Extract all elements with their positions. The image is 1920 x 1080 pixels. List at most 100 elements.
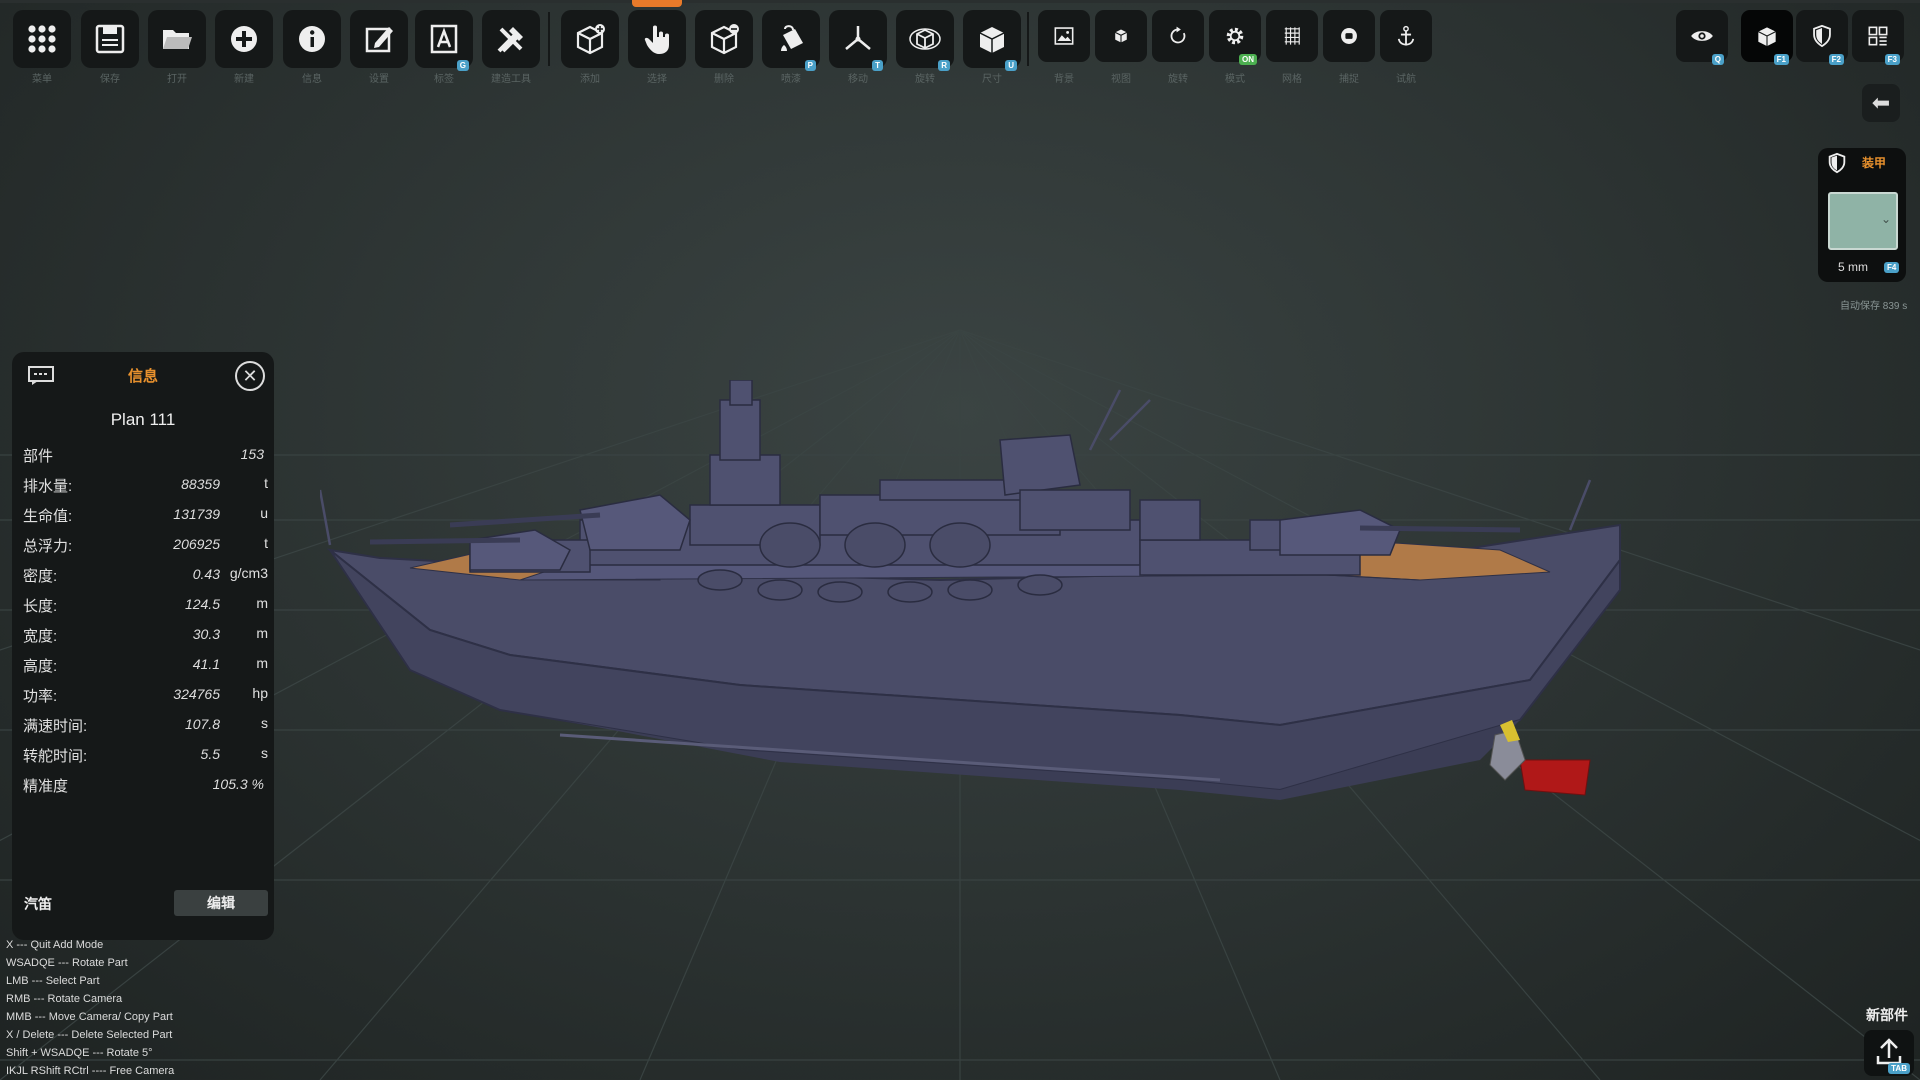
tool-edit-button[interactable]	[350, 10, 408, 68]
armor-panel: 装甲 ⌄ 5 mm F4	[1818, 148, 1906, 282]
layout-grid-icon	[1868, 26, 1888, 46]
tool-label: 新建	[234, 74, 254, 85]
tool-grid-menu-button[interactable]	[13, 10, 71, 68]
tool-label: 标签	[434, 74, 454, 85]
tool-rotate-box-button[interactable]: R	[896, 10, 954, 71]
tool-label: 选择	[647, 74, 667, 85]
tool-hand-pointer-button[interactable]	[628, 10, 686, 68]
tool-label: 旋转	[1168, 74, 1188, 85]
grid-lines-icon	[1284, 27, 1300, 45]
tool-image-button[interactable]	[1038, 10, 1090, 62]
tool-refresh-button[interactable]	[1152, 10, 1204, 62]
armor-thickness: 5 mm	[1838, 260, 1868, 274]
tool-stop-circle-button[interactable]	[1323, 10, 1375, 62]
tool-label: 尺寸	[982, 74, 1002, 85]
chevron-down-icon: ⌄	[1880, 212, 1891, 226]
stat-label: 宽度:	[23, 628, 58, 645]
stat-label: 生命值:	[23, 508, 73, 525]
stat-label: 高度:	[23, 658, 58, 675]
armor-color-swatch[interactable]: ⌄	[1828, 192, 1898, 250]
remove-box-icon	[710, 24, 739, 55]
hotkey-badge: Q	[1711, 54, 1724, 65]
stat-row: 密度: 0.43 g/cm3	[12, 560, 274, 590]
stat-row: 生命值: 131739 u	[12, 500, 274, 530]
collapse-arrow-button[interactable]: ⬅	[1862, 84, 1900, 122]
tool-label: 视图	[1111, 74, 1131, 85]
armor-shield-icon	[1813, 24, 1831, 48]
help-line: MMB --- Move Camera/ Copy Part	[6, 1011, 173, 1023]
tool-label: 删除	[714, 74, 734, 85]
view-eye-button[interactable]: Q	[1676, 10, 1728, 65]
tool-label: 喷漆	[781, 74, 801, 85]
stat-unit: s	[261, 745, 268, 761]
stat-row: 精准度 105.3 %	[12, 770, 274, 800]
hotkey-badge: F2	[1828, 54, 1844, 65]
save-icon	[95, 24, 125, 54]
tool-remove-box-button[interactable]	[695, 10, 753, 68]
controls-help: X --- Quit Add Mode WSADQE --- Rotate Par…	[6, 936, 174, 1080]
ship-rudder[interactable]	[1519, 759, 1591, 796]
toolbar-separator	[548, 12, 550, 66]
toolbar-top-line	[0, 0, 1920, 3]
tool-label: 移动	[848, 74, 868, 85]
tool-tools-button[interactable]	[482, 10, 540, 68]
help-line: X --- Quit Add Mode	[6, 939, 104, 951]
edit-button[interactable]: 编辑	[174, 890, 268, 916]
close-icon[interactable]: ✕	[235, 361, 265, 391]
stat-value: 41.1	[192, 656, 220, 672]
tool-add-box-button[interactable]	[561, 10, 619, 68]
stat-row: 高度: 41.1 m	[12, 650, 274, 680]
tool-settings-gear-button[interactable]: ON	[1209, 10, 1261, 65]
tool-anchor-button[interactable]	[1380, 10, 1432, 62]
help-line: Shift + WSADQE --- Rotate 5°	[6, 1047, 153, 1059]
tool-label: 背景	[1054, 74, 1074, 85]
view-layout-grid-button[interactable]: F3	[1852, 10, 1904, 65]
tool-scale-box-button[interactable]: U	[963, 10, 1021, 71]
stat-row: 长度: 124.5 m	[12, 590, 274, 620]
stat-unit: u	[260, 505, 268, 521]
tool-label: 设置	[369, 74, 389, 85]
active-mode-indicator	[632, 0, 682, 7]
stat-row: 排水量: 88359 t	[12, 470, 274, 500]
text-icon	[430, 24, 458, 54]
tool-move-axes-button[interactable]: T	[829, 10, 887, 71]
tool-label: 菜单	[32, 74, 52, 85]
new-part-button[interactable]: TAB	[1864, 1030, 1914, 1076]
tool-info-button[interactable]	[283, 10, 341, 68]
stat-label: 转舵时间:	[23, 748, 88, 765]
tab-info[interactable]: 信息	[128, 365, 158, 386]
help-line: IKJL RShift RCtrl ---- Free Camera	[6, 1065, 175, 1077]
tool-small-box-button[interactable]	[1095, 10, 1147, 62]
small-box-icon	[1114, 29, 1128, 43]
help-line: X / Delete --- Delete Selected Part	[6, 1029, 173, 1041]
ship-model[interactable]	[320, 380, 1640, 820]
new-part-label: 新部件	[1866, 1007, 1908, 1023]
tool-label: 信息	[302, 74, 322, 85]
tool-label: 添加	[580, 74, 600, 85]
image-icon	[1054, 27, 1074, 45]
tool-open-folder-button[interactable]	[148, 10, 206, 68]
stat-label: 密度:	[23, 568, 58, 585]
help-line: WSADQE --- Rotate Part	[6, 957, 128, 969]
rotate-box-icon	[909, 28, 941, 50]
stat-row: 宽度: 30.3 m	[12, 620, 274, 650]
tool-paint-bucket-button[interactable]: P	[762, 10, 820, 71]
view-armor-shield-button[interactable]: F2	[1796, 10, 1848, 65]
tool-grid-lines-button[interactable]	[1266, 10, 1318, 62]
armor-title: 装甲	[1862, 156, 1887, 170]
stat-value: 324765	[173, 686, 220, 702]
tool-label: 建造工具	[491, 74, 531, 85]
view-cube-view-button[interactable]: F1	[1741, 10, 1793, 65]
tools-icon	[497, 27, 523, 53]
hotkey-badge: F1	[1773, 54, 1789, 65]
tool-add-circle-button[interactable]	[215, 10, 273, 68]
add-box-icon	[576, 24, 605, 55]
chat-icon[interactable]	[28, 366, 54, 386]
stat-row: 功率: 324765 hp	[12, 680, 274, 710]
stat-unit: t	[264, 535, 268, 551]
stat-label: 满速时间:	[23, 718, 88, 735]
hotkey-badge: F3	[1884, 54, 1900, 65]
tool-save-button[interactable]	[81, 10, 139, 68]
tool-text-button[interactable]: G	[415, 10, 473, 71]
eye-icon	[1691, 31, 1713, 41]
